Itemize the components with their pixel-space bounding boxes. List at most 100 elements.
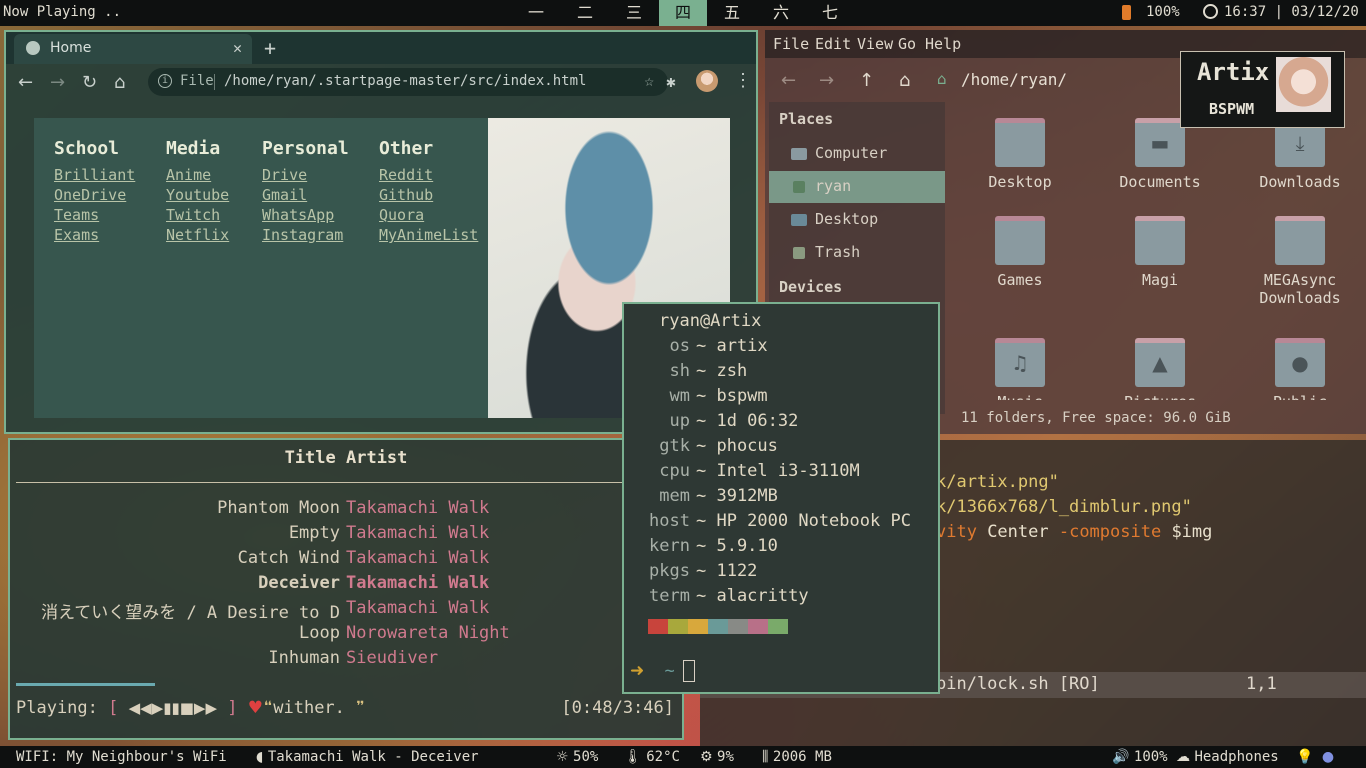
track-row[interactable]: 消えていく望みを / A Desire to D Takamachi Walk (10, 598, 682, 623)
link-anime[interactable]: Anime (166, 165, 229, 185)
folder-item[interactable]: ● Public (1240, 338, 1360, 400)
fetch-row: host ~ HP 2000 Notebook PC (624, 511, 938, 536)
home-button[interactable]: ⌂ (114, 72, 125, 93)
link-whatsapp[interactable]: WhatsApp (262, 205, 349, 225)
folder-item[interactable]: ▲ Pictures (1100, 338, 1220, 400)
folder-item[interactable]: ♫ Music (960, 338, 1080, 400)
workspace-7[interactable]: 七 (806, 0, 854, 26)
link-drive[interactable]: Drive (262, 165, 349, 185)
link-myanimelist[interactable]: MyAnimeList (379, 225, 478, 245)
close-tab-icon[interactable]: ✕ (233, 39, 242, 57)
link-exams[interactable]: Exams (54, 225, 135, 245)
track-row[interactable]: Catch Wind Takamachi Walk (10, 548, 682, 573)
link-github[interactable]: Github (379, 185, 478, 205)
audio-output[interactable]: ☁ Headphones (1176, 749, 1279, 765)
workspace-2[interactable]: 二 (561, 0, 609, 26)
extensions-icon[interactable]: ✱ (666, 72, 676, 91)
sidebar-item-trash[interactable]: Trash (769, 237, 945, 269)
track-row[interactable]: Phantom Moon Takamachi Walk (10, 498, 682, 523)
link-quora[interactable]: Quora (379, 205, 478, 225)
folder-glyph-icon: ● (1291, 351, 1309, 375)
lightbulb-icon[interactable]: 💡 (1296, 749, 1313, 765)
menu-help[interactable]: Help (925, 35, 961, 53)
link-instagram[interactable]: Instagram (262, 225, 349, 245)
folder-item[interactable]: ⤓ Downloads (1240, 118, 1360, 191)
fetch-key: sh (669, 361, 690, 381)
folder-item[interactable]: MEGAsync Downloads (1240, 216, 1360, 307)
folder-item[interactable]: ▬ Documents (1100, 118, 1220, 191)
folder-glyph-icon: ⤓ (1295, 131, 1305, 155)
menu-go[interactable]: Go (898, 35, 916, 53)
link-youtube[interactable]: Youtube (166, 185, 229, 205)
address-bar[interactable]: i File /home/ryan/.startpage-master/src/… (148, 68, 668, 96)
fetch-key: os (669, 336, 690, 356)
folder-item[interactable]: Desktop (960, 118, 1080, 191)
link-reddit[interactable]: Reddit (379, 165, 478, 185)
playback-progress-bar[interactable] (16, 683, 155, 686)
bookmark-star-icon[interactable]: ☆ (644, 71, 654, 90)
playback-controls[interactable]: ◀◀▶▮▮■▶▶ (129, 699, 217, 717)
folder-item[interactable]: Magi (1100, 216, 1220, 289)
new-tab-button[interactable]: + (264, 36, 276, 60)
up-icon[interactable]: ↑ (859, 70, 874, 91)
brightness[interactable]: ☼ 50% (556, 749, 598, 765)
track-artist: Takamachi Walk (346, 523, 490, 543)
profile-avatar[interactable] (696, 70, 718, 92)
link-teams[interactable]: Teams (54, 205, 135, 225)
back-icon[interactable]: ← (781, 70, 796, 91)
bottom-bar: WIFI: My Neighbour's WiFi ◖ Takamachi Wa… (0, 746, 1366, 768)
track-title: Phantom Moon (217, 498, 340, 518)
cpu-value: 9% (717, 749, 734, 765)
forward-button[interactable]: → (50, 72, 65, 93)
artix-popup: Artix BSPWM (1180, 51, 1345, 128)
workspace-1[interactable]: 一 (512, 0, 560, 26)
location-path[interactable]: /home/ryan/ (961, 70, 1067, 89)
workspace-3[interactable]: 三 (610, 0, 658, 26)
bracket-open: [ (108, 698, 119, 718)
track-row[interactable]: Inhuman Sieudiver (10, 648, 682, 673)
back-button[interactable]: ← (18, 72, 33, 93)
code-line: k/1366x768/l_dimblur.png" (936, 497, 1192, 517)
menu-edit[interactable]: Edit (815, 35, 851, 53)
menu-view[interactable]: View (857, 35, 893, 53)
workspace-6[interactable]: 六 (757, 0, 805, 26)
tab-home[interactable]: Home ✕ (14, 34, 252, 64)
fetch-value: ~ alacritty (696, 586, 809, 606)
temperature: 🌡 62°C (624, 749, 680, 765)
link-netflix[interactable]: Netflix (166, 225, 229, 245)
wifi-status[interactable]: WIFI: My Neighbour's WiFi (16, 749, 227, 765)
header-divider (16, 482, 676, 483)
sidebar-item-desktop[interactable]: Desktop (769, 204, 945, 236)
link-onedrive[interactable]: OneDrive (54, 185, 135, 205)
terminal-window[interactable]: ryan@Artix os ~ artix sh ~ zsh wm ~ bspwm up ~ … (622, 302, 940, 694)
link-brilliant[interactable]: Brilliant (54, 165, 135, 185)
track-row[interactable]: Empty Takamachi Walk (10, 523, 682, 548)
menu-file[interactable]: File (773, 35, 809, 53)
link-gmail[interactable]: Gmail (262, 185, 349, 205)
prompt-directory: ~ (664, 661, 675, 681)
workspace-5[interactable]: 五 (708, 0, 756, 26)
browser-menu-icon[interactable]: ⋮ (734, 70, 752, 91)
url-path[interactable]: /home/ryan/.startpage-master/src/index.h… (224, 73, 586, 89)
popup-title: Artix (1197, 58, 1270, 86)
folder-item[interactable]: Games (960, 216, 1080, 289)
track-row[interactable]: Deceiver Takamachi Walk (10, 573, 682, 598)
audio-output-label: Headphones (1194, 749, 1279, 765)
battery-icon (1122, 5, 1131, 20)
shell-prompt[interactable]: ➜ ~ (630, 660, 695, 682)
link-twitch[interactable]: Twitch (166, 205, 229, 225)
discord-icon[interactable]: ● (1322, 749, 1334, 765)
heart-icon[interactable]: ♥ (248, 698, 263, 718)
track-row[interactable]: Loop Norowareta Night (10, 623, 682, 648)
reload-button[interactable]: ↻ (82, 72, 97, 93)
sidebar-item-ryan[interactable]: ryan (769, 171, 945, 203)
forward-icon[interactable]: → (819, 70, 834, 91)
links-column-media: Media Anime Youtube Twitch Netflix (166, 138, 229, 245)
volume[interactable]: 🔊 100% (1112, 749, 1168, 765)
home-icon[interactable]: ⌂ (899, 70, 910, 91)
folder-label: Downloads (1259, 173, 1341, 191)
info-icon[interactable]: i (158, 74, 172, 88)
sidebar-item-computer[interactable]: Computer (769, 138, 945, 170)
ram-usage: ⫼ 2006 MB (762, 749, 832, 765)
workspace-4[interactable]: 四 (659, 0, 707, 26)
